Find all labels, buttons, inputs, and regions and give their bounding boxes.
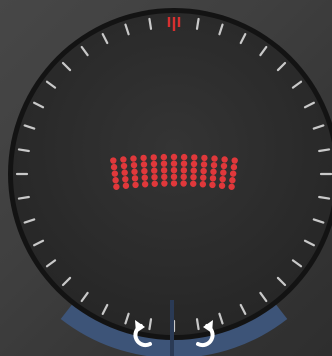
grid-dot: [112, 177, 119, 184]
dial-tick: [318, 195, 331, 200]
grid-dot: [230, 163, 238, 171]
grid-dot: [170, 173, 178, 180]
dial-tick: [148, 17, 153, 30]
grid-dot: [200, 167, 207, 175]
grid-dot: [211, 155, 218, 162]
grid-dot: [170, 167, 178, 174]
control-divider: [170, 300, 174, 356]
grid-dot: [122, 182, 130, 189]
grid-dot: [190, 180, 197, 187]
grid-dot: [122, 175, 129, 183]
grid-dot: [190, 167, 197, 174]
grid-dot: [110, 157, 117, 164]
grid-dot: [228, 183, 235, 190]
grid-dot: [160, 160, 168, 167]
grid-dot: [180, 180, 187, 187]
grid-dot: [180, 153, 188, 161]
grid-dot: [130, 155, 137, 162]
rotate-right-button[interactable]: [176, 306, 232, 356]
top-marker-bar: [177, 17, 181, 27]
grid-dot: [141, 167, 148, 175]
grid-dot: [141, 181, 149, 188]
grid-dot: [170, 153, 178, 161]
grid-dot: [160, 153, 168, 161]
grid-dot: [210, 168, 217, 175]
grid-dot: [200, 161, 208, 168]
dial-tick: [318, 148, 331, 153]
grid-dot: [220, 169, 227, 176]
dial-tick: [17, 148, 30, 153]
grid-dot: [120, 162, 128, 170]
grid-dot: [209, 181, 216, 189]
grid-dot: [150, 154, 157, 161]
grid-dot: [218, 182, 226, 189]
grid-dot: [141, 174, 148, 181]
grid-dot: [151, 167, 158, 174]
grid-dot: [180, 173, 187, 181]
top-marker-bar: [172, 17, 176, 31]
grid-dot: [231, 157, 238, 164]
grid-dot: [132, 181, 139, 189]
grid-dot: [229, 177, 236, 184]
grid-dot: [140, 161, 148, 168]
grid-dot: [131, 175, 139, 182]
grid-dot: [190, 173, 197, 181]
grid-dot: [120, 156, 127, 163]
grid-dot: [161, 180, 168, 187]
grid-dot: [180, 167, 188, 174]
grid-dot: [130, 161, 138, 169]
grid-dot: [160, 167, 168, 174]
game-stage: [0, 0, 332, 356]
dial-svg: [8, 8, 332, 356]
grid-dot: [201, 154, 208, 162]
grid-dot: [151, 173, 158, 181]
grid-dot: [110, 163, 118, 171]
grid-dot: [161, 173, 168, 181]
grid-dot: [131, 168, 138, 175]
top-marker-bar: [167, 17, 171, 27]
grid-dot: [229, 170, 237, 177]
grid-dot: [221, 156, 228, 163]
grid-dot: [113, 183, 120, 190]
dial-tick: [195, 17, 200, 30]
grid-dot: [121, 169, 128, 176]
grid-dot: [219, 175, 226, 183]
grid-dot: [180, 160, 188, 167]
grid-dot: [199, 181, 207, 188]
grid-dot: [170, 180, 178, 187]
grid-dot: [200, 174, 207, 181]
grid-dot: [191, 154, 198, 161]
grid-dot: [209, 175, 217, 182]
grid-dot: [220, 162, 228, 170]
grid-dot: [210, 161, 218, 169]
grid-dot: [140, 154, 147, 162]
grid-dot: [111, 170, 119, 177]
grid-dot: [190, 160, 198, 168]
dial-tick: [17, 195, 30, 200]
grid-dot: [150, 160, 158, 168]
rotate-left-button[interactable]: [112, 306, 168, 356]
grid-dot: [170, 160, 178, 167]
grid-dot: [151, 180, 158, 187]
